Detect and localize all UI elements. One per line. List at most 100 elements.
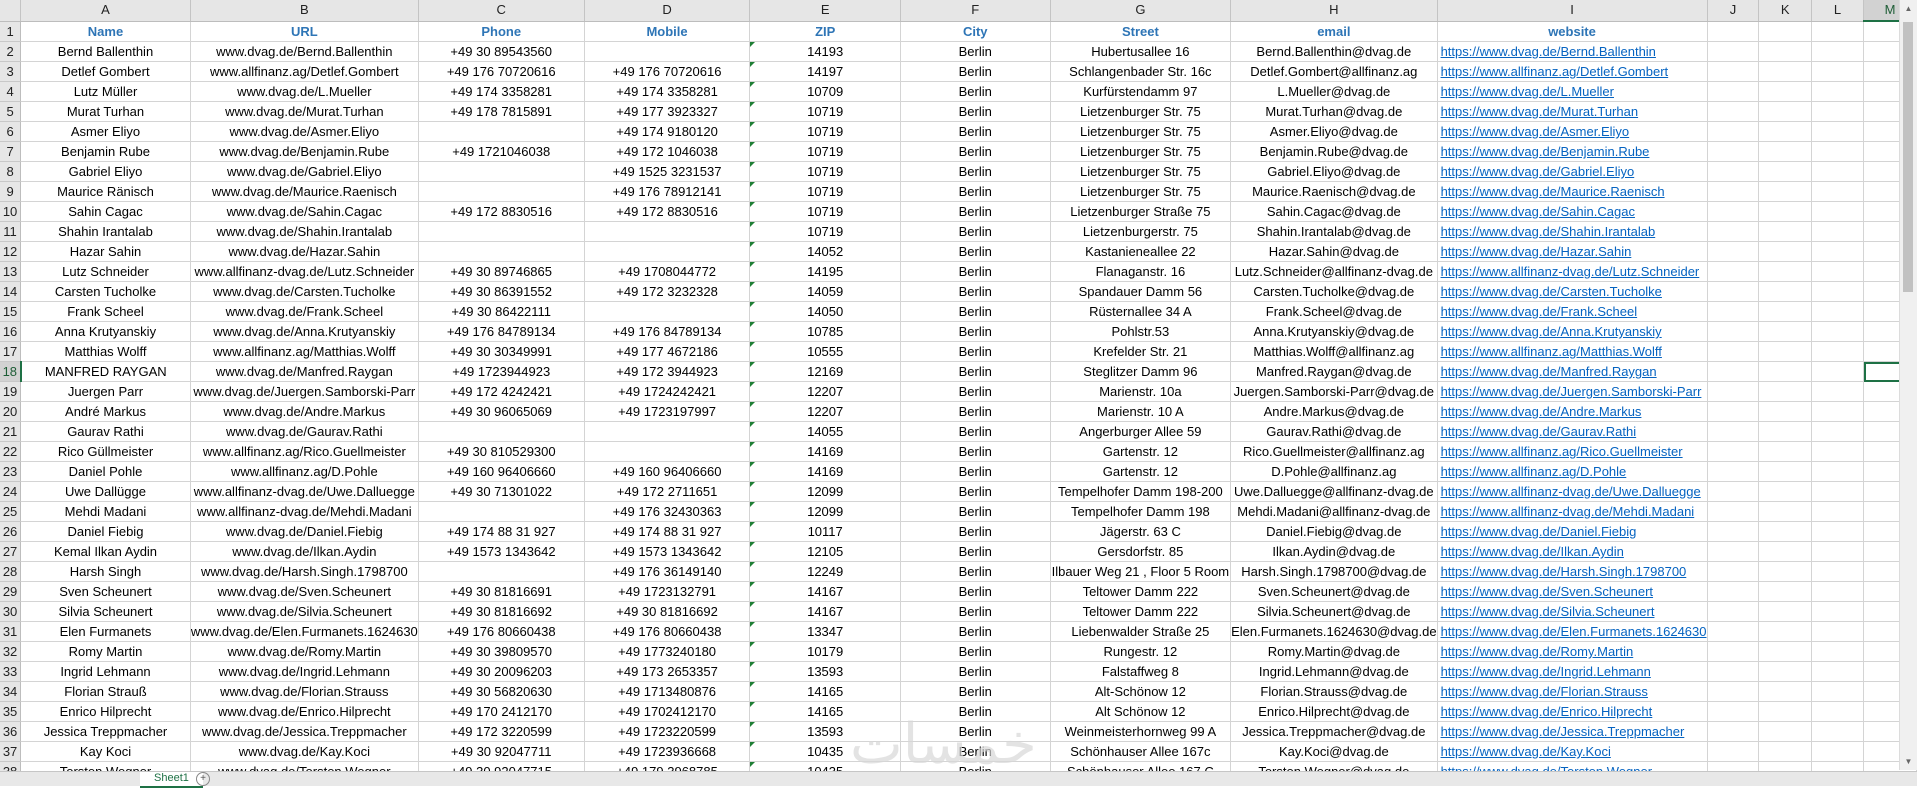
name-cell[interactable]: Juergen Parr [20, 381, 191, 402]
website-link[interactable]: https://www.dvag.de/Murat.Turhan [1441, 104, 1639, 119]
empty-cell-l[interactable] [1811, 661, 1865, 682]
phone-cell[interactable]: +49 174 3358281 [418, 81, 585, 102]
header-cell-c[interactable]: Phone [418, 21, 585, 42]
empty-cell-j[interactable] [1707, 61, 1760, 82]
mobile-cell[interactable]: +49 1723936668 [584, 741, 751, 762]
empty-cell-k[interactable] [1758, 241, 1812, 262]
url-cell[interactable]: www.dvag.de/Florian.Strauss [190, 681, 419, 702]
mobile-cell[interactable]: +49 1525 3231537 [584, 161, 751, 182]
name-cell[interactable]: Gaurav Rathi [20, 421, 191, 442]
url-cell[interactable]: www.allfinanz.ag/Rico.Guellmeister [190, 441, 419, 462]
website-link[interactable]: https://www.dvag.de/Andre.Markus [1441, 404, 1642, 419]
name-cell[interactable]: Rico Güllmeister [20, 441, 191, 462]
row-header-32[interactable]: 32 [0, 641, 22, 662]
column-header-e[interactable]: E [749, 0, 901, 22]
empty-cell-k[interactable] [1758, 441, 1812, 462]
mobile-cell[interactable]: +49 1773240180 [584, 641, 751, 662]
street-cell[interactable]: Lietzenburger Str. 75 [1050, 181, 1232, 202]
name-cell[interactable]: Silvia Scheunert [20, 601, 191, 622]
zip-cell[interactable]: 14169 [749, 441, 901, 462]
zip-cell[interactable]: 10555 [749, 341, 901, 362]
city-cell[interactable]: Berlin [900, 361, 1051, 382]
empty-cell-l[interactable] [1811, 681, 1865, 702]
url-cell[interactable]: www.dvag.de/Ingrid.Lehmann [190, 661, 419, 682]
email-cell[interactable]: Daniel.Fiebig@dvag.de [1230, 521, 1438, 542]
empty-cell-l[interactable] [1811, 381, 1865, 402]
row-header-16[interactable]: 16 [0, 321, 22, 342]
website-cell[interactable]: https://www.dvag.de/Sven.Scheunert [1437, 581, 1708, 602]
empty-cell-k[interactable] [1758, 301, 1812, 322]
website-link[interactable]: https://www.dvag.de/Hazar.Sahin [1441, 244, 1632, 259]
empty-cell-l[interactable] [1811, 361, 1865, 382]
phone-cell[interactable] [418, 221, 585, 242]
phone-cell[interactable]: +49 172 3220599 [418, 721, 585, 742]
empty-cell-k[interactable] [1758, 121, 1812, 142]
phone-cell[interactable]: +49 1721046038 [418, 141, 585, 162]
city-cell[interactable]: Berlin [900, 261, 1051, 282]
empty-cell-j[interactable] [1707, 661, 1760, 682]
empty-cell-l[interactable] [1811, 241, 1865, 262]
url-cell[interactable]: www.dvag.de/Frank.Scheel [190, 301, 419, 322]
name-cell[interactable]: Sven Scheunert [20, 581, 191, 602]
phone-cell[interactable]: +49 30 86391552 [418, 281, 585, 302]
empty-cell-j[interactable] [1707, 521, 1760, 542]
website-cell[interactable]: https://www.dvag.de/Asmer.Eliyo [1437, 121, 1708, 142]
email-cell[interactable]: Juergen.Samborski-Parr@dvag.de [1230, 381, 1438, 402]
zip-cell[interactable]: 14055 [749, 421, 901, 442]
empty-cell-j[interactable] [1707, 561, 1760, 582]
url-cell[interactable]: www.allfinanz.ag/Detlef.Gombert [190, 61, 419, 82]
empty-cell-j[interactable] [1707, 261, 1760, 282]
phone-cell[interactable]: +49 30 81816691 [418, 581, 585, 602]
zip-cell[interactable]: 14059 [749, 281, 901, 302]
city-cell[interactable]: Berlin [900, 321, 1051, 342]
email-cell[interactable]: Enrico.Hilprecht@dvag.de [1230, 701, 1438, 722]
empty-cell-j[interactable] [1707, 421, 1760, 442]
empty-cell-j[interactable] [1707, 121, 1760, 142]
empty-cell-l[interactable] [1811, 341, 1865, 362]
empty-cell-j[interactable] [1707, 301, 1760, 322]
mobile-cell[interactable]: +49 1708044772 [584, 261, 751, 282]
empty-cell-j[interactable] [1707, 601, 1760, 622]
empty-cell-l[interactable] [1811, 501, 1865, 522]
street-cell[interactable]: Marienstr. 10a [1050, 381, 1232, 402]
city-cell[interactable]: Berlin [900, 401, 1051, 422]
empty-cell-k[interactable] [1758, 261, 1812, 282]
email-cell[interactable]: Manfred.Raygan@dvag.de [1230, 361, 1438, 382]
street-cell[interactable]: Spandauer Damm 56 [1050, 281, 1232, 302]
zip-cell[interactable]: 14193 [749, 41, 901, 62]
street-cell[interactable]: Gartenstr. 12 [1050, 441, 1232, 462]
phone-cell[interactable] [418, 121, 585, 142]
email-cell[interactable]: Asmer.Eliyo@dvag.de [1230, 121, 1438, 142]
website-cell[interactable]: https://www.dvag.de/L.Mueller [1437, 81, 1708, 102]
street-cell[interactable]: Weinmeisterhornweg 99 A [1050, 721, 1232, 742]
empty-cell-l[interactable] [1811, 721, 1865, 742]
row-header-21[interactable]: 21 [0, 421, 22, 442]
mobile-cell[interactable]: +49 160 96406660 [584, 461, 751, 482]
header-cell-b[interactable]: URL [190, 21, 419, 42]
website-cell[interactable]: https://www.dvag.de/Hazar.Sahin [1437, 241, 1708, 262]
row-header-15[interactable]: 15 [0, 301, 22, 322]
street-cell[interactable]: Lietzenburger Str. 75 [1050, 161, 1232, 182]
name-cell[interactable]: Lutz Müller [20, 81, 191, 102]
empty-cell-k[interactable] [1758, 101, 1812, 122]
street-cell[interactable]: Lietzenburger Str. 75 [1050, 121, 1232, 142]
phone-cell[interactable]: +49 1573 1343642 [418, 541, 585, 562]
website-cell[interactable]: https://www.dvag.de/Shahin.Irantalab [1437, 221, 1708, 242]
empty-cell-j[interactable] [1707, 101, 1760, 122]
mobile-cell[interactable]: +49 176 78912141 [584, 181, 751, 202]
row-header-13[interactable]: 13 [0, 261, 22, 282]
row-header-31[interactable]: 31 [0, 621, 22, 642]
street-cell[interactable]: Marienstr. 10 A [1050, 401, 1232, 422]
mobile-cell[interactable] [584, 301, 751, 322]
empty-cell-l[interactable] [1811, 321, 1865, 342]
row-header-10[interactable]: 10 [0, 201, 22, 222]
website-cell[interactable]: https://www.allfinanz.ag/Detlef.Gombert [1437, 61, 1708, 82]
mobile-cell[interactable]: +49 177 4672186 [584, 341, 751, 362]
phone-cell[interactable]: +49 30 810529300 [418, 441, 585, 462]
phone-cell[interactable]: +49 172 4242421 [418, 381, 585, 402]
phone-cell[interactable]: +49 30 39809570 [418, 641, 585, 662]
empty-cell-j[interactable] [1707, 241, 1760, 262]
city-cell[interactable]: Berlin [900, 101, 1051, 122]
email-cell[interactable]: Andre.Markus@dvag.de [1230, 401, 1438, 422]
website-cell[interactable]: https://www.allfinanz.ag/Matthias.Wolff [1437, 341, 1708, 362]
